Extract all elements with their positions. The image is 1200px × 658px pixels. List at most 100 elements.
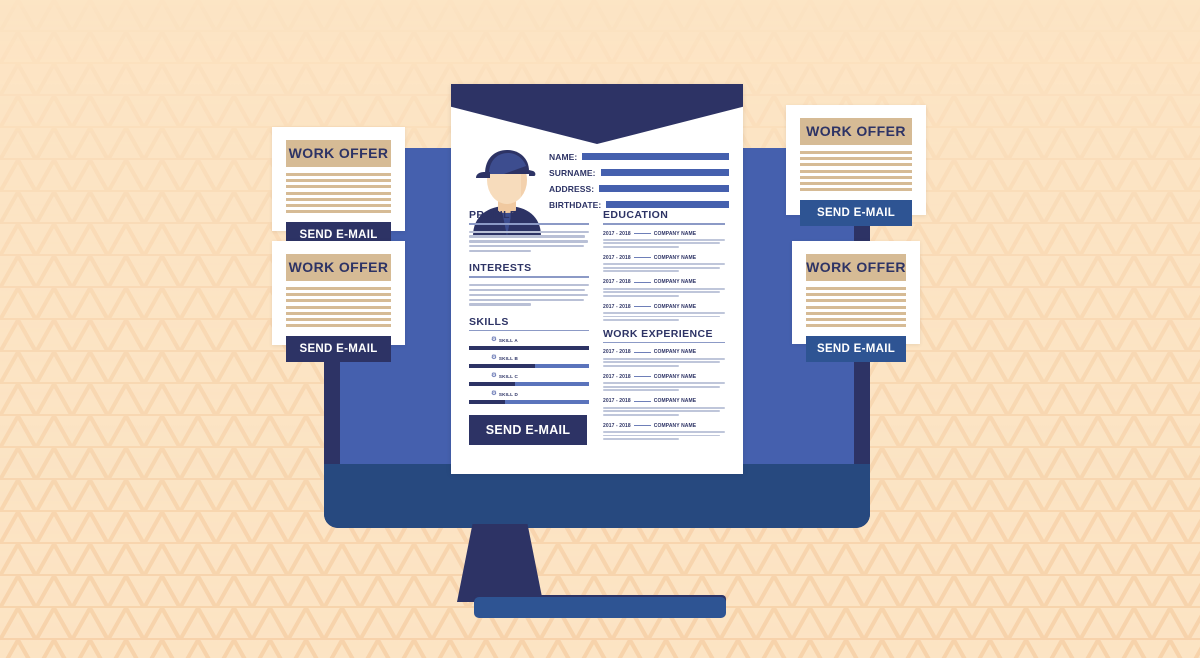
skill-item: ⚙ SKILL C bbox=[469, 372, 589, 387]
entry-years: 2017 - 2018 bbox=[603, 398, 631, 405]
info-value-birthdate[interactable] bbox=[606, 201, 729, 208]
work-experience-entry: 2017 - 2018 COMPANY NAME bbox=[603, 373, 725, 392]
work-offer-title: WORK OFFER bbox=[800, 118, 912, 145]
entry-years: 2017 - 2018 bbox=[603, 254, 631, 261]
info-label-birthdate: BIRTHDATE: bbox=[549, 199, 602, 210]
resume-document: NAME: SURNAME: ADDRESS: BIRTHDATE: PROFI… bbox=[451, 84, 743, 474]
skill-item: ⚙ SKILL B bbox=[469, 354, 589, 369]
entry-dash bbox=[633, 305, 651, 308]
entry-company: COMPANY NAME bbox=[653, 254, 697, 261]
entry-company: COMPANY NAME bbox=[653, 279, 697, 286]
entry-years: 2017 - 2018 bbox=[603, 349, 631, 356]
entry-years: 2017 - 2018 bbox=[603, 422, 631, 429]
entry-dash bbox=[633, 257, 651, 259]
work-offer-body-lines bbox=[286, 173, 391, 214]
skill-progress-fill bbox=[469, 399, 505, 405]
section-title-interests: INTERESTS bbox=[469, 262, 532, 275]
work-offer-send-email-button[interactable]: SEND E-MAIL bbox=[800, 200, 912, 227]
work-offer-send-email-button[interactable]: SEND E-MAIL bbox=[806, 336, 906, 363]
entry-company: COMPANY NAME bbox=[653, 349, 697, 356]
work-offer-send-email-button[interactable]: SEND E-MAIL bbox=[286, 336, 391, 363]
entry-company: COMPANY NAME bbox=[653, 303, 697, 310]
skill-gear-icon: ⚙ bbox=[491, 354, 497, 362]
skill-progress-fill bbox=[469, 363, 535, 369]
info-label-surname: SURNAME: bbox=[549, 167, 596, 178]
work-experience-entry: 2017 - 2018 COMPANY NAME bbox=[603, 423, 725, 440]
info-row-surname: SURNAME: bbox=[549, 166, 729, 179]
info-row-address: ADDRESS: bbox=[549, 182, 729, 195]
section-work-experience: WORK EXPERIENCE 2017 - 2018 COMPANY NAME bbox=[603, 328, 725, 440]
entry-dash bbox=[633, 376, 651, 378]
resume-right-column: EDUCATION 2017 - 2018 COMPANY NAME 2017 … bbox=[603, 209, 725, 447]
skill-item: ⚙ SKILL D bbox=[469, 390, 589, 405]
skill-progress-track bbox=[469, 381, 589, 387]
section-rule-work-experience bbox=[603, 341, 725, 344]
skill-gear-icon: ⚙ bbox=[491, 336, 497, 344]
entry-dash bbox=[633, 281, 651, 283]
section-title-skills: SKILLS bbox=[469, 315, 509, 328]
resume-send-email-button[interactable]: SEND E-MAIL bbox=[469, 415, 587, 445]
work-offer-title: WORK OFFER bbox=[286, 140, 391, 167]
monitor-stand-neck bbox=[457, 524, 543, 602]
education-entry: 2017 - 2018 COMPANY NAME bbox=[603, 304, 725, 321]
skill-progress-fill bbox=[469, 381, 515, 387]
work-experience-entry: 2017 - 2018 COMPANY NAME bbox=[603, 349, 725, 367]
skill-label: SKILL D bbox=[498, 391, 519, 397]
resume-body: PROFILE INTERESTS SKILLS ⚙ SKILL A ⚙ SKI… bbox=[451, 209, 743, 447]
work-offer-body-lines bbox=[286, 287, 391, 328]
skill-progress-track bbox=[469, 345, 589, 351]
education-entry: 2017 - 2018 COMPANY NAME bbox=[603, 254, 725, 273]
work-offer-title: WORK OFFER bbox=[286, 254, 391, 281]
entry-dash bbox=[633, 232, 651, 235]
skill-item: ⚙ SKILL A bbox=[469, 336, 589, 351]
skill-label: SKILL A bbox=[498, 337, 518, 343]
section-skills: SKILLS ⚙ SKILL A ⚙ SKILL B ⚙ SKILL C ⚙ S… bbox=[469, 316, 589, 405]
info-value-address[interactable] bbox=[599, 185, 729, 192]
illustration-scene: NAME: SURNAME: ADDRESS: BIRTHDATE: PROFI… bbox=[0, 0, 1200, 658]
work-offer-card[interactable]: WORK OFFER SEND E-MAIL bbox=[792, 241, 920, 363]
entry-company: COMPANY NAME bbox=[653, 398, 697, 405]
info-row-name: NAME: bbox=[549, 150, 729, 163]
skill-progress-fill bbox=[469, 345, 589, 351]
work-offer-card[interactable]: WORK OFFER SEND E-MAIL bbox=[272, 127, 405, 249]
interests-body-text bbox=[469, 283, 589, 306]
skill-progress-track bbox=[469, 363, 589, 369]
profile-body-text bbox=[469, 230, 589, 253]
resume-left-column: PROFILE INTERESTS SKILLS ⚙ SKILL A ⚙ SKI… bbox=[469, 209, 589, 447]
work-offer-body-lines bbox=[806, 287, 906, 328]
section-title-profile: PROFILE bbox=[469, 209, 518, 221]
entry-years: 2017 - 2018 bbox=[603, 230, 631, 237]
work-offer-card[interactable]: WORK OFFER SEND E-MAIL bbox=[272, 241, 405, 363]
work-offer-card[interactable]: WORK OFFER SEND E-MAIL bbox=[786, 105, 926, 227]
info-value-name[interactable] bbox=[582, 153, 729, 160]
entry-dash bbox=[633, 400, 651, 402]
skill-label: SKILL B bbox=[498, 355, 519, 361]
skill-gear-icon: ⚙ bbox=[491, 390, 497, 398]
entry-years: 2017 - 2018 bbox=[603, 303, 631, 310]
work-experience-entry: 2017 - 2018 COMPANY NAME bbox=[603, 398, 725, 416]
entry-dash bbox=[633, 424, 651, 427]
education-entry: 2017 - 2018 COMPANY NAME bbox=[603, 231, 725, 248]
info-label-address: ADDRESS: bbox=[549, 183, 595, 194]
section-interests: INTERESTS bbox=[469, 262, 589, 306]
work-offer-body-lines bbox=[800, 151, 912, 192]
section-rule-education bbox=[603, 223, 725, 225]
entry-company: COMPANY NAME bbox=[653, 422, 697, 429]
entry-dash bbox=[633, 351, 651, 354]
info-value-surname[interactable] bbox=[600, 169, 729, 176]
info-label-name: NAME: bbox=[549, 151, 578, 162]
work-offer-title: WORK OFFER bbox=[806, 254, 906, 281]
entry-years: 2017 - 2018 bbox=[603, 279, 631, 286]
entry-years: 2017 - 2018 bbox=[603, 373, 631, 380]
entry-company: COMPANY NAME bbox=[653, 373, 697, 380]
section-rule-skills bbox=[469, 329, 589, 332]
section-education: EDUCATION 2017 - 2018 COMPANY NAME 2017 … bbox=[603, 209, 725, 321]
section-rule-interests bbox=[469, 276, 589, 278]
skill-label: SKILL C bbox=[498, 373, 519, 379]
section-profile: PROFILE bbox=[469, 209, 589, 253]
education-entry: 2017 - 2018 COMPANY NAME bbox=[603, 279, 725, 297]
entry-company: COMPANY NAME bbox=[653, 230, 697, 237]
section-title-work-experience: WORK EXPERIENCE bbox=[603, 327, 713, 340]
skill-gear-icon: ⚙ bbox=[491, 372, 497, 380]
personal-info-fields: NAME: SURNAME: ADDRESS: BIRTHDATE: bbox=[549, 150, 729, 214]
